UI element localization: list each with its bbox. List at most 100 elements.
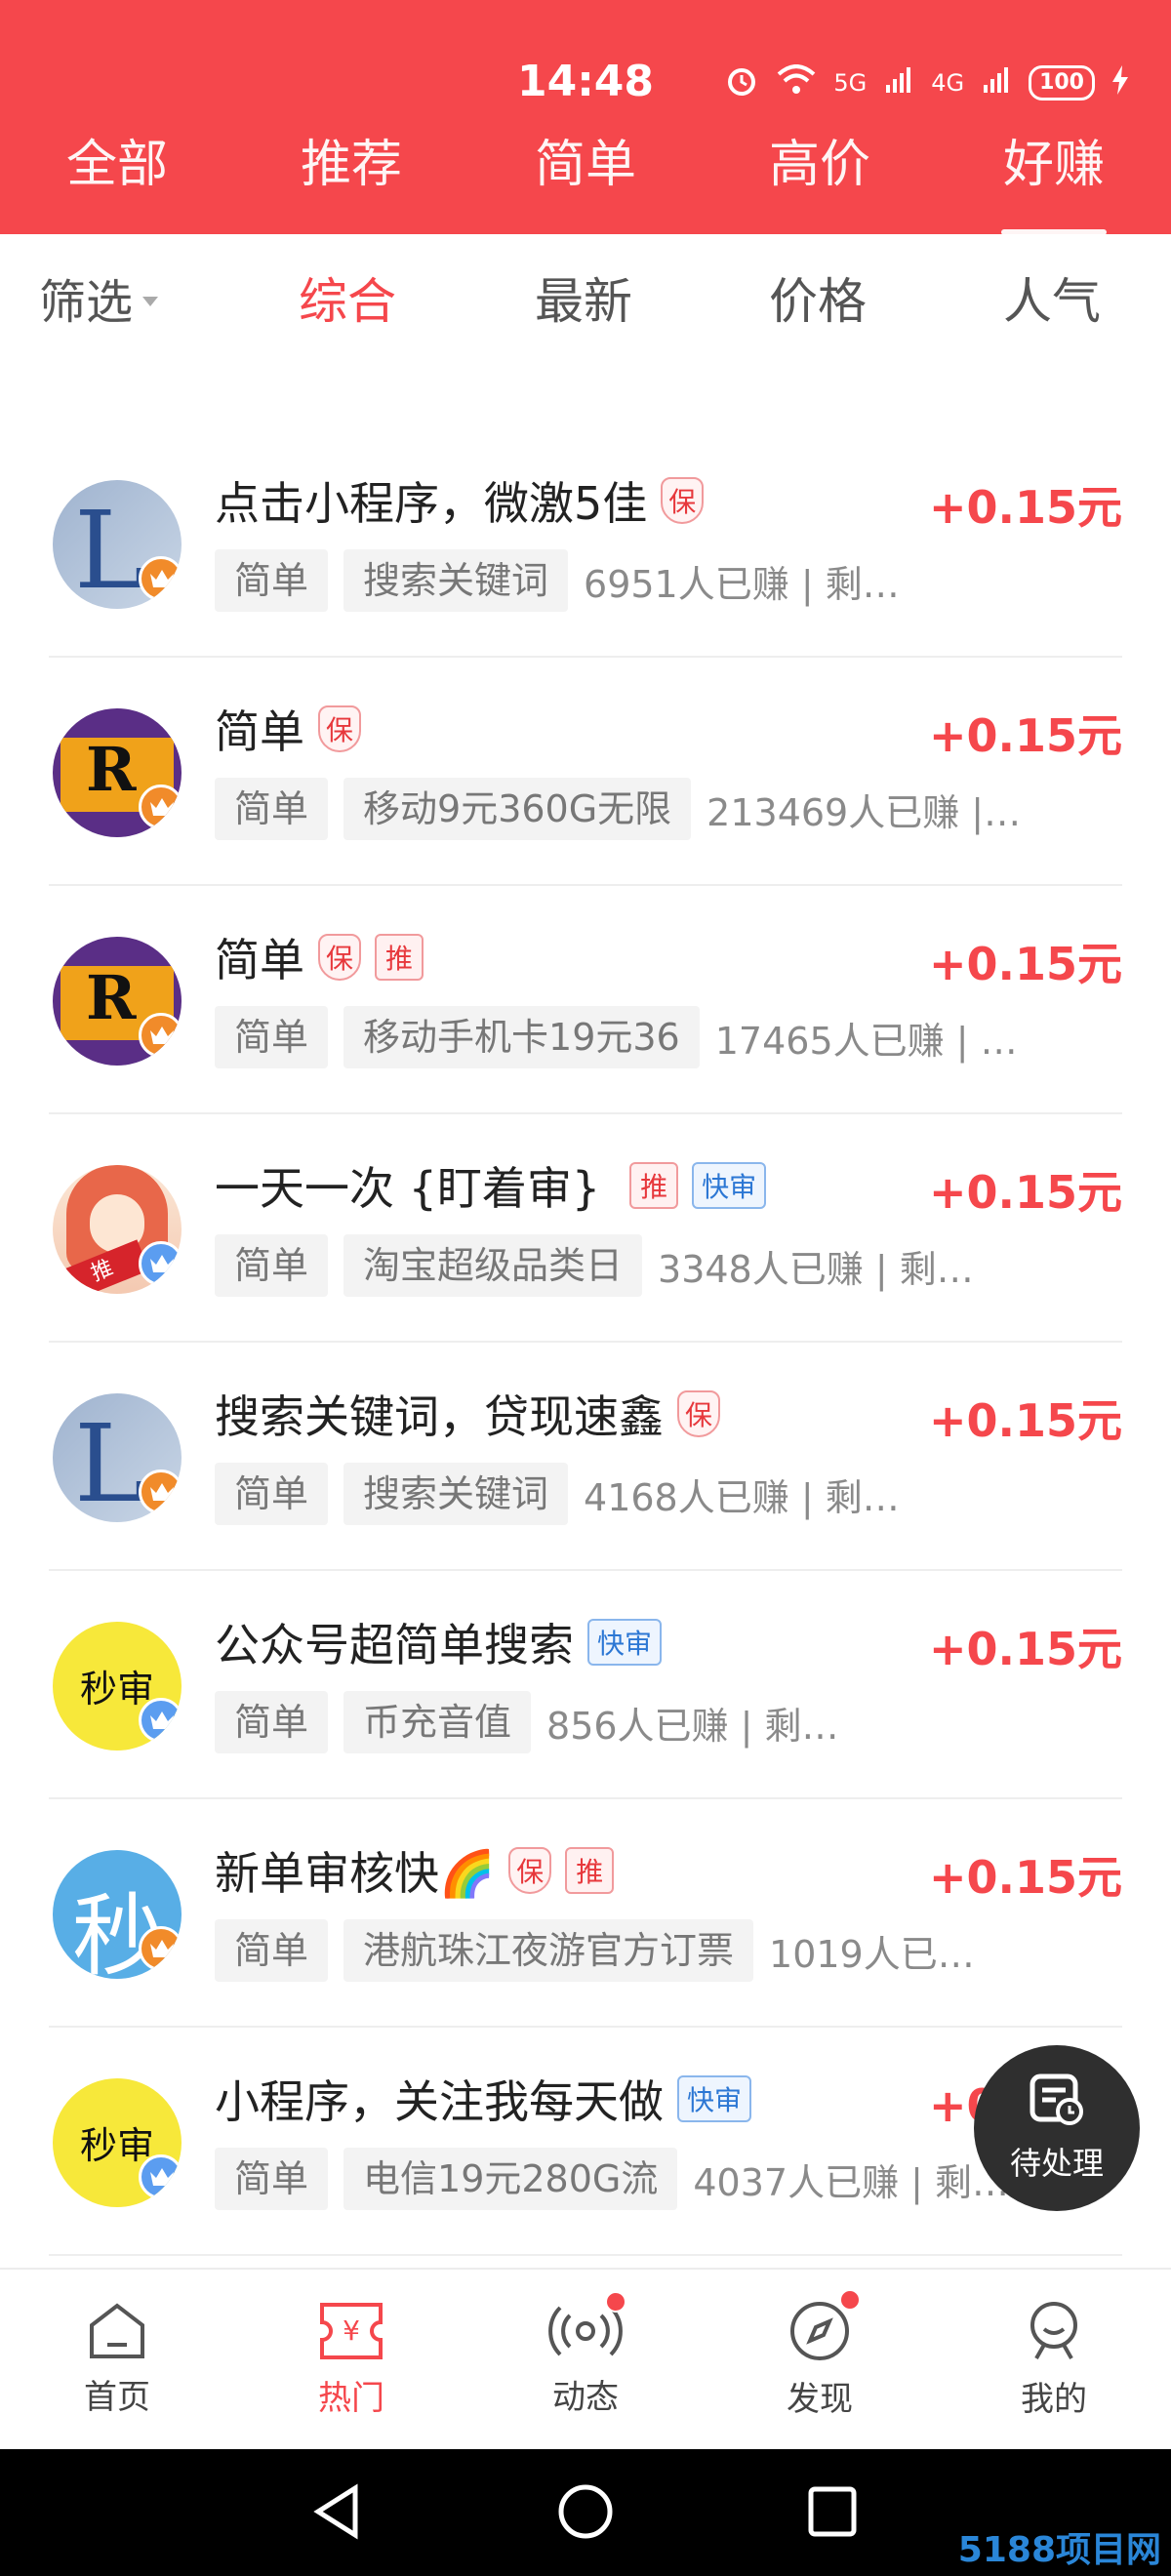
crown-badge-icon xyxy=(139,2154,182,2199)
nav-discover-label: 发现 xyxy=(787,2379,853,2419)
guarantee-tag: 保 xyxy=(508,1847,552,1894)
svg-text:¥: ¥ xyxy=(343,2314,360,2347)
task-price: +0.15元 xyxy=(928,1394,1122,1447)
avatar: R xyxy=(53,937,182,1066)
fast-review-tag: 快审 xyxy=(587,1619,663,1666)
avatar-glyph: R xyxy=(86,962,137,1033)
crown-badge-icon xyxy=(139,785,182,829)
header: 14:48 5G 4G 100 全部 推荐 简单 高价 好赚 xyxy=(0,0,1171,235)
system-nav-bar: 5188项目网 xyxy=(0,2449,1171,2576)
task-item[interactable]: L 点击小程序，微激5佳 保 +0.15元 简单 搜索关键词 6951人已赚 |… xyxy=(49,429,1122,658)
fast-review-tag: 快审 xyxy=(692,1162,767,1209)
nav-discover[interactable]: 发现 xyxy=(703,2270,937,2449)
task-title: 简单 xyxy=(215,934,304,986)
category-chip: 简单 xyxy=(215,778,329,840)
signal-bars-icon xyxy=(884,65,913,101)
earned-count: 213469人已赚 |… xyxy=(707,790,1022,834)
keyword-chip: 移动9元360G无限 xyxy=(343,778,692,840)
nav-home-label: 首页 xyxy=(84,2377,150,2417)
dropdown-arrow-icon xyxy=(142,297,159,306)
tab-recommend[interactable]: 推荐 xyxy=(291,123,412,196)
nav-home[interactable]: 首页 xyxy=(0,2270,234,2449)
filter-bar: 筛选 综合 最新 价格 人气 xyxy=(0,234,1171,361)
category-chip: 简单 xyxy=(215,1463,329,1525)
guarantee-tag: 保 xyxy=(661,477,705,524)
notification-dot xyxy=(605,2291,626,2313)
sort-price[interactable]: 价格 xyxy=(769,262,867,333)
compass-icon xyxy=(790,2301,849,2360)
pending-task-icon xyxy=(1027,2073,1087,2131)
task-price: +0.15元 xyxy=(928,1851,1122,1904)
signal-bars-icon xyxy=(982,65,1011,101)
guarantee-tag: 保 xyxy=(318,705,361,752)
earned-count: 4037人已赚 | 剩… xyxy=(693,2160,1010,2204)
avatar: L xyxy=(53,480,182,609)
task-price: +0.15元 xyxy=(928,938,1122,990)
tab-all[interactable]: 全部 xyxy=(57,123,178,196)
earned-count: 6951人已赚 | 剩余数: … xyxy=(584,562,906,606)
avatar-glyph: L xyxy=(74,488,146,609)
wifi-icon xyxy=(777,64,816,101)
guarantee-tag: 保 xyxy=(318,934,361,981)
nav-activity-label: 动态 xyxy=(552,2377,619,2417)
tab-simple[interactable]: 简单 xyxy=(525,123,646,196)
category-chip: 简单 xyxy=(215,1919,329,1982)
keyword-chip: 搜索关键词 xyxy=(343,1463,569,1525)
nav-hot[interactable]: ¥ 热门 xyxy=(234,2270,468,2449)
home-icon xyxy=(90,2302,144,2358)
category-chip: 简单 xyxy=(215,2148,329,2210)
task-meta-row: 简单 搜索关键词 6951人已赚 | 剩余数: … xyxy=(215,548,1083,613)
task-price: +0.15元 xyxy=(928,481,1122,534)
keyword-chip: 搜索关键词 xyxy=(343,549,569,612)
crown-badge-icon xyxy=(139,1469,182,1514)
recent-apps-icon[interactable] xyxy=(806,2484,859,2539)
sort-comprehensive[interactable]: 综合 xyxy=(299,262,396,333)
crown-badge-icon xyxy=(139,1241,182,1286)
task-item[interactable]: L 搜索关键词，贷现速鑫 保 +0.15元 简单 搜索关键词 4168人已赚 |… xyxy=(49,1343,1122,1571)
category-chip: 简单 xyxy=(215,1691,329,1753)
task-item[interactable]: 秒审 公众号超简单搜索 快审 +0.15元 简单 币充音值 856人已赚 | 剩… xyxy=(49,1571,1122,1799)
task-item[interactable]: R 简单 保 推 +0.15元 简单 移动手机卡19元36 17465人已赚 |… xyxy=(49,886,1122,1114)
watermark: 5188项目网 xyxy=(957,2530,1161,2570)
task-meta-row: 简单 淘宝超级品类日 3348人已赚 | 剩余… xyxy=(215,1233,1083,1298)
signal-5g-label: 5G xyxy=(833,69,868,97)
home-circle-icon[interactable] xyxy=(556,2482,615,2541)
pending-fab-button[interactable]: 待处理 xyxy=(974,2045,1140,2211)
tab-good-earn[interactable]: 好赚 xyxy=(993,123,1114,235)
keyword-chip: 港航珠江夜游官方订票 xyxy=(343,1919,754,1982)
task-item[interactable]: 推 一天一次 {盯着审} 推 快审 +0.15元 简单 淘宝超级品类日 3348… xyxy=(49,1114,1122,1343)
task-meta-row: 简单 电信19元280G流 4037人已赚 | 剩… xyxy=(215,2147,1083,2211)
nav-profile[interactable]: 我的 xyxy=(937,2270,1171,2449)
recommend-tag: 推 xyxy=(375,934,424,981)
task-title: 搜索关键词，贷现速鑫 xyxy=(215,1390,664,1443)
earned-count: 17465人已赚 | … xyxy=(714,1019,1018,1063)
nav-hot-label: 热门 xyxy=(318,2378,384,2418)
notification-dot xyxy=(839,2289,861,2311)
crown-badge-icon xyxy=(139,1926,182,1971)
avatar: 秒 xyxy=(53,1850,182,1979)
guarantee-tag: 保 xyxy=(677,1390,720,1437)
nav-activity[interactable]: 动态 xyxy=(468,2270,703,2449)
task-item[interactable]: 秒 新单审核快🌈 保 推 +0.15元 简单 港航珠江夜游官方订票 1019人已… xyxy=(49,1799,1122,2028)
crown-badge-icon xyxy=(139,556,182,601)
task-meta-row: 简单 移动手机卡19元36 17465人已赚 | … xyxy=(215,1005,1083,1069)
task-title: 小程序，关注我每天做 xyxy=(215,2075,664,2128)
earned-count: 856人已赚 | 剩余数: 1 xyxy=(546,1704,868,1748)
battery-indicator: 100 xyxy=(1029,65,1095,101)
task-item[interactable]: R 简单 保 +0.15元 简单 移动9元360G无限 213469人已赚 |… xyxy=(49,658,1122,886)
task-title: 新单审核快🌈 xyxy=(215,1847,496,1900)
filter-button[interactable]: 筛选 xyxy=(39,263,159,332)
task-meta-row: 简单 币充音值 856人已赚 | 剩余数: 1 xyxy=(215,1690,1083,1754)
task-title: 公众号超简单搜索 xyxy=(215,1619,574,1671)
sort-popularity[interactable]: 人气 xyxy=(1003,262,1101,333)
category-chip: 简单 xyxy=(215,549,329,612)
recommend-tag: 推 xyxy=(629,1162,679,1209)
back-icon[interactable] xyxy=(310,2482,365,2541)
sort-latest[interactable]: 最新 xyxy=(535,262,632,333)
profile-icon xyxy=(1030,2301,1077,2359)
avatar: 秒审 xyxy=(53,1622,182,1751)
tab-high-price[interactable]: 高价 xyxy=(759,123,880,196)
avatar-glyph: R xyxy=(86,734,137,805)
task-meta-row: 简单 港航珠江夜游官方订票 1019人已… xyxy=(215,1918,1083,1983)
task-item[interactable]: 秒审 小程序，关注我每天做 快审 +0.15元 简单 电信19元280G流 40… xyxy=(49,2028,1122,2256)
